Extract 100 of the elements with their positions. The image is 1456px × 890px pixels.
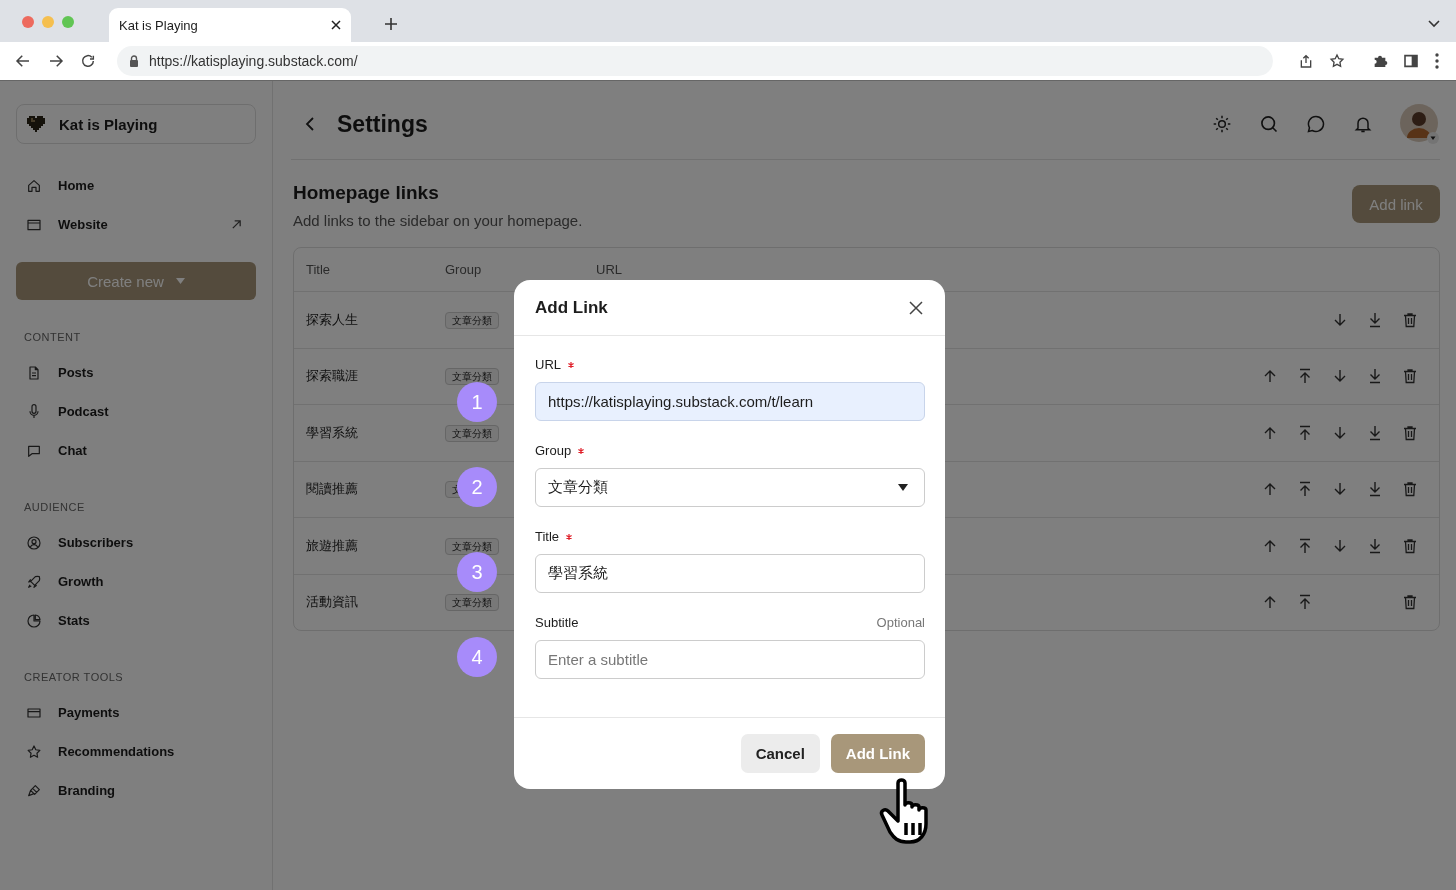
arrow-up-icon[interactable] xyxy=(1262,594,1278,611)
plus-icon[interactable] xyxy=(384,17,398,31)
table-cell-text: 旅遊推薦 xyxy=(306,536,359,555)
field-label: URL xyxy=(535,357,561,372)
arrow-down-icon[interactable] xyxy=(1332,424,1348,441)
page-title: Settings xyxy=(337,110,429,138)
arrow-up-icon[interactable] xyxy=(1262,368,1278,385)
arrow-up-icon[interactable] xyxy=(1262,481,1278,498)
sun-icon[interactable] xyxy=(1212,114,1232,134)
nav-item[interactable]: Subscribers xyxy=(16,523,256,562)
nav-item[interactable]: Stats xyxy=(16,601,256,640)
arrow-to-top-icon[interactable] xyxy=(1297,594,1313,611)
table-cell-text: 探索職涯 xyxy=(306,367,359,386)
microphone-icon xyxy=(26,403,42,420)
trash-icon[interactable] xyxy=(1402,481,1418,498)
step-number-badge: 3 xyxy=(457,552,497,592)
group-tag: 文章分類 xyxy=(445,311,499,329)
speech-bubble-icon[interactable] xyxy=(1306,114,1326,134)
section-heading: CONTENT xyxy=(23,331,82,344)
nav-item[interactable]: Website xyxy=(16,205,256,244)
trash-icon[interactable] xyxy=(1402,594,1418,611)
group-dropdown[interactable]: 文章分類 xyxy=(535,468,925,507)
section-heading: CREATOR TOOLS xyxy=(23,671,125,684)
arrow-to-bottom-icon[interactable] xyxy=(1367,537,1383,554)
arrow-down-icon[interactable] xyxy=(1332,311,1348,328)
avatar-icon[interactable] xyxy=(1400,104,1440,144)
column-header: Title xyxy=(306,262,332,277)
close-icon[interactable] xyxy=(331,20,341,30)
chevron-down-icon[interactable] xyxy=(1428,20,1440,28)
document-icon xyxy=(26,364,42,381)
back-chevron-icon[interactable] xyxy=(305,117,315,131)
nav-item[interactable]: Posts xyxy=(16,353,256,392)
step-number-badge: 1 xyxy=(457,382,497,422)
nav-item[interactable]: Podcast xyxy=(16,392,256,431)
table-cell-text: 學習系統 xyxy=(306,423,359,442)
close-icon[interactable] xyxy=(909,300,923,315)
arrow-to-bottom-icon[interactable] xyxy=(1367,311,1383,328)
nav-item[interactable]: Branding xyxy=(16,771,256,810)
column-header: URL xyxy=(596,262,622,277)
arrow-to-bottom-icon[interactable] xyxy=(1367,424,1383,441)
optional-hint: Optional xyxy=(876,615,925,630)
section-heading: AUDIENCE xyxy=(23,501,86,514)
trash-icon[interactable] xyxy=(1402,368,1418,385)
home-icon xyxy=(26,177,42,194)
step-number-badge: 4 xyxy=(457,637,497,677)
nav-item[interactable]: Home xyxy=(16,166,256,205)
nav-item[interactable]: Recommendations xyxy=(16,732,256,771)
arrow-to-top-icon[interactable] xyxy=(1297,537,1313,554)
dialog-title: Add Link xyxy=(535,297,608,318)
trash-icon[interactable] xyxy=(1402,424,1418,441)
add-link-button[interactable]: Add Link xyxy=(830,734,925,773)
arrow-to-top-icon[interactable] xyxy=(1297,368,1313,385)
table-cell-text: 探索人生 xyxy=(306,310,359,329)
puzzle-icon[interactable] xyxy=(1372,53,1388,69)
sidebar-panel-icon[interactable] xyxy=(1403,53,1419,69)
nav-item[interactable]: Payments xyxy=(16,693,256,732)
lock-icon xyxy=(129,55,139,67)
field-label: Subtitle xyxy=(535,615,579,630)
text-field[interactable]: Enter a subtitle xyxy=(535,640,925,679)
brush-icon xyxy=(26,782,42,799)
arrow-up-icon[interactable] xyxy=(1262,424,1278,441)
column-header: Group xyxy=(445,262,483,277)
star-icon xyxy=(26,743,42,760)
caret-down-icon xyxy=(175,278,185,284)
arrow-to-bottom-icon[interactable] xyxy=(1367,481,1383,498)
section-title: Homepage links xyxy=(293,182,440,204)
more-options-icon[interactable] xyxy=(1434,53,1440,69)
arrow-to-bottom-icon[interactable] xyxy=(1367,368,1383,385)
arrow-to-top-icon[interactable] xyxy=(1297,424,1313,441)
field-label: Title xyxy=(535,529,560,544)
browser-tab[interactable]: Kat is Playing xyxy=(109,8,351,42)
group-tag: 文章分類 xyxy=(445,594,499,612)
arrow-up-icon[interactable] xyxy=(1262,537,1278,554)
rocket-icon xyxy=(26,573,42,590)
arrow-to-top-icon[interactable] xyxy=(1297,481,1313,498)
pie-chart-icon xyxy=(26,612,42,629)
text-field[interactable]: 學習系統 xyxy=(535,554,925,593)
share-icon[interactable] xyxy=(1298,53,1314,69)
field-label: Group xyxy=(535,443,572,458)
forward-arrow-icon[interactable] xyxy=(47,52,65,70)
publication-switcher[interactable]: Kat is Playing xyxy=(16,104,256,144)
nav-item[interactable]: Growth xyxy=(16,562,256,601)
table-cell-text: 活動資訊 xyxy=(306,593,359,612)
trash-icon[interactable] xyxy=(1402,311,1418,328)
back-arrow-icon[interactable] xyxy=(14,52,32,70)
reload-icon[interactable] xyxy=(80,53,96,69)
caret-down-icon xyxy=(898,484,908,491)
group-tag: 文章分類 xyxy=(445,424,499,442)
address-field[interactable]: https://katisplaying.substack.com/ xyxy=(117,46,1273,76)
nav-item[interactable]: Chat xyxy=(16,431,256,470)
group-tag: 文章分類 xyxy=(445,368,499,386)
tab-title: Kat is Playing xyxy=(119,17,198,33)
search-icon[interactable] xyxy=(1259,114,1279,134)
trash-icon[interactable] xyxy=(1402,537,1418,554)
section-description: Add links to the sidebar on your homepage. xyxy=(293,212,583,229)
cancel-button[interactable]: Cancel xyxy=(740,734,820,773)
pixel-heart-icon xyxy=(27,116,45,132)
text-field[interactable]: https://katisplaying.substack.com/t/learn xyxy=(535,382,925,421)
star-icon[interactable] xyxy=(1329,53,1345,69)
arrow-down-icon[interactable] xyxy=(1332,537,1348,554)
